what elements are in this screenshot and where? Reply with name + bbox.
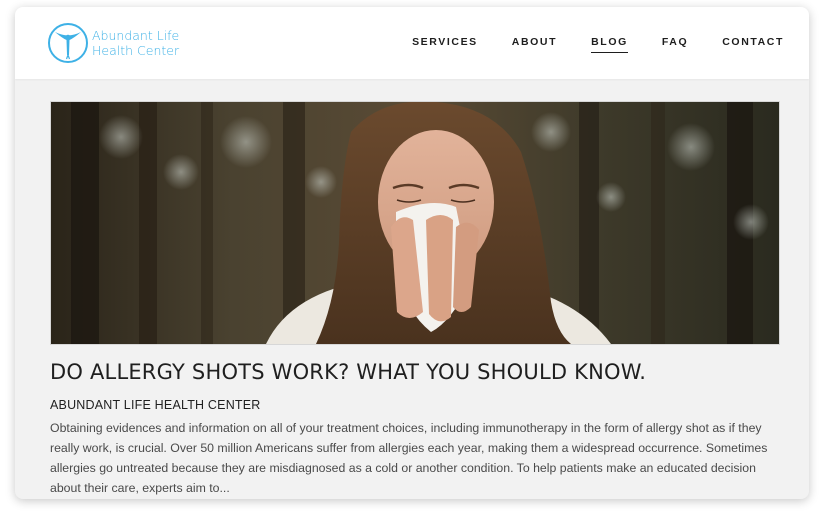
brand-name-line1: Abundant Life: [92, 28, 180, 43]
nav-services-link[interactable]: SERVICES: [412, 36, 478, 53]
brand-name-line2: Health Center: [92, 43, 180, 58]
nav-blog-link[interactable]: BLOG: [591, 36, 628, 53]
brand-logo[interactable]: Abundant Life Health Center: [46, 21, 179, 65]
hero-photo: [51, 102, 779, 344]
page-frame: Abundant Life Health Center SERVICES ABO…: [15, 7, 809, 499]
post-title[interactable]: DO ALLERGY SHOTS WORK? WHAT YOU SHOULD K…: [50, 360, 646, 384]
nav-about-link[interactable]: ABOUT: [512, 36, 557, 53]
logo-figure-icon: [48, 23, 88, 63]
nav-faq-link[interactable]: FAQ: [662, 36, 688, 53]
post-author: ABUNDANT LIFE HEALTH CENTER: [50, 398, 261, 412]
site-header: Abundant Life Health Center SERVICES ABO…: [15, 7, 809, 79]
post-excerpt: Obtaining evidences and information on a…: [50, 421, 768, 495]
post-hero-image[interactable]: [50, 101, 780, 345]
nav-contact-link[interactable]: CONTACT: [722, 36, 784, 53]
main-nav: SERVICES ABOUT BLOG FAQ CONTACT: [412, 36, 784, 53]
brand-name: Abundant Life Health Center: [92, 28, 179, 58]
